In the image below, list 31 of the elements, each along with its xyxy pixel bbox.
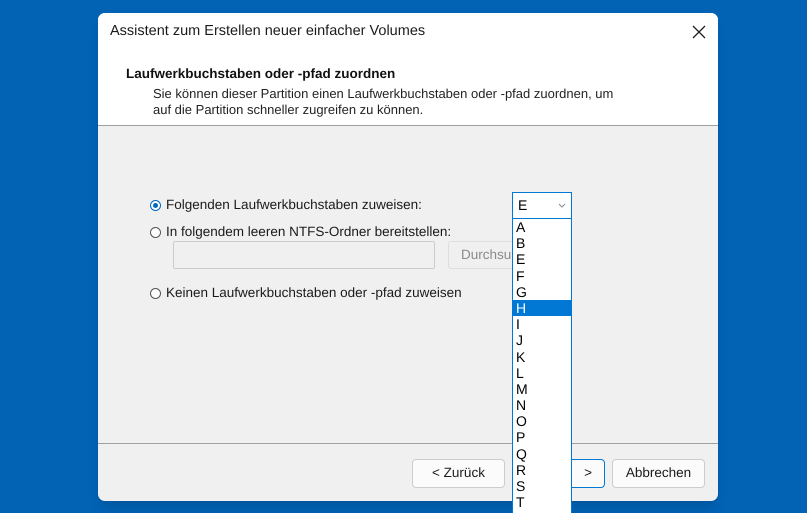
- dropdown-option[interactable]: F: [513, 268, 571, 284]
- drive-letter-dropdown[interactable]: E: [512, 192, 572, 219]
- dialog-button[interactable]: < Zurück: [412, 459, 505, 488]
- close-icon[interactable]: [692, 25, 706, 39]
- dropdown-option[interactable]: O: [513, 413, 571, 430]
- option-label[interactable]: Keinen Laufwerkbuchstaben oder -pfad zuweisen: [166, 282, 462, 304]
- dropdown-option[interactable]: R: [513, 462, 571, 478]
- dropdown-option[interactable]: S: [513, 478, 571, 494]
- dropdown-option[interactable]: J: [513, 332, 571, 348]
- dropdown-option[interactable]: I: [513, 316, 571, 332]
- window-title: Assistent zum Erstellen neuer einfacher Volumes: [110, 22, 426, 42]
- radio-button[interactable]: [150, 200, 161, 211]
- dropdown-option[interactable]: P: [513, 429, 571, 446]
- chevron-down-icon: [558, 203, 566, 208]
- dropdown-option[interactable]: Q: [513, 446, 571, 462]
- radio-button[interactable]: [150, 288, 161, 298]
- dropdown-option[interactable]: L: [513, 364, 571, 381]
- dropdown-option[interactable]: T: [513, 494, 571, 510]
- page-description: Sie können dieser Partition einen Laufwerkbuchstaben oder -pfad zuordnen, um auf die Partition schneller zugreifen zu können.: [152, 86, 614, 118]
- folder-path-field[interactable]: [173, 241, 435, 269]
- option-label[interactable]: Folgenden Laufwerkbuchstaben zuweisen:: [166, 195, 422, 216]
- option-label[interactable]: In folgendem leeren NTFS-Ordner bereitstellen:: [166, 222, 452, 242]
- radio-button[interactable]: [150, 226, 161, 238]
- dropdown-option[interactable]: H: [513, 300, 571, 316]
- dropdown-option[interactable]: K: [513, 348, 571, 365]
- dialog-button[interactable]: Abbrechen: [612, 459, 705, 488]
- dropdown-option[interactable]: A: [513, 219, 571, 236]
- dropdown-option[interactable]: M: [513, 380, 571, 398]
- page-heading: Laufwerkbuchstaben oder -pfad zuordnen: [126, 65, 396, 83]
- dropdown-option[interactable]: G: [513, 284, 571, 300]
- dropdown-option[interactable]: N: [513, 397, 571, 414]
